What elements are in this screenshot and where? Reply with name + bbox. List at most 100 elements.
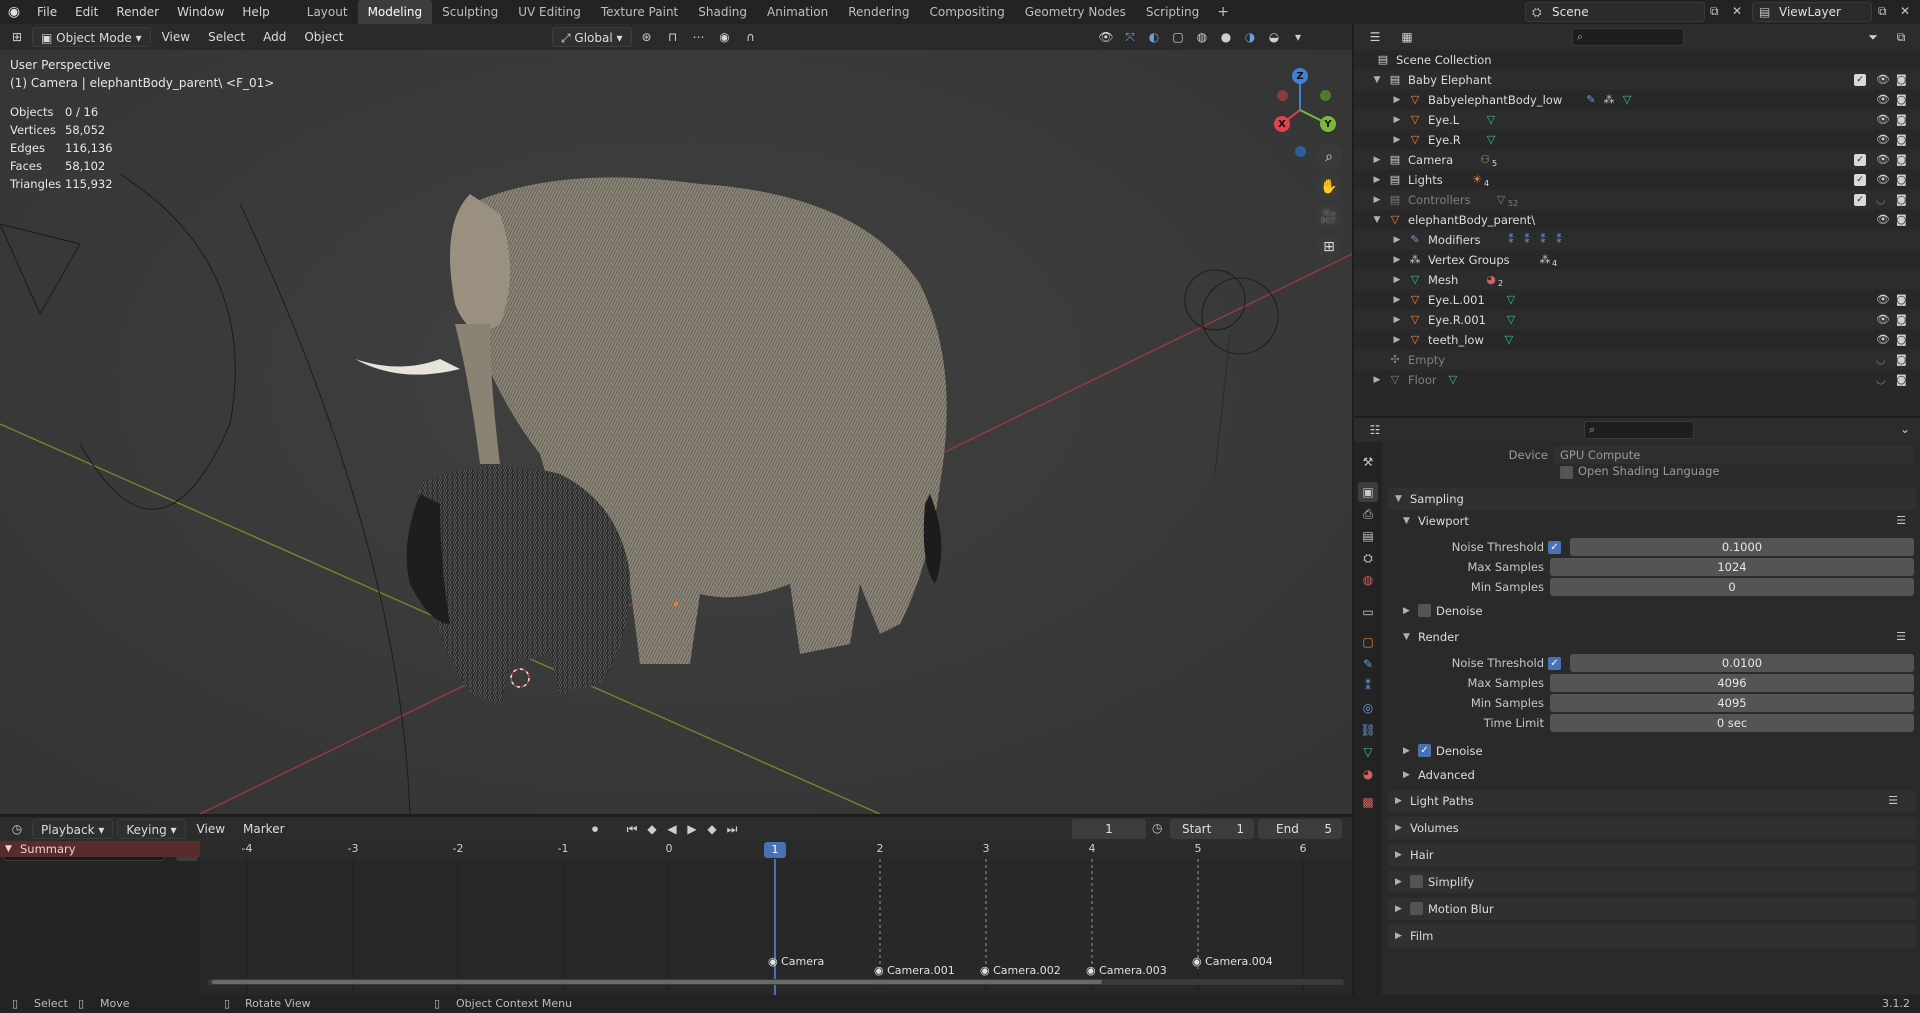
render-camera-icon[interactable]: ◙ (1896, 350, 1907, 370)
delete-view-layer-icon[interactable]: ✕ (1900, 4, 1910, 18)
menu-file[interactable]: File (28, 0, 66, 24)
expand-icon[interactable]: ▶ (1392, 290, 1402, 310)
render-tab-icon[interactable]: ▣ (1358, 482, 1378, 502)
r-noise-threshold-checkbox[interactable]: ✓ (1548, 657, 1561, 670)
keying-dropdown[interactable]: Keying ▾ (117, 819, 186, 839)
filter-icon[interactable]: ⏷ (1862, 27, 1884, 47)
outliner-row-elephantbody-parent[interactable]: ▼ ▽ elephantBody_parent\ 👁 ◙ (1354, 210, 1920, 230)
visibility-eye-icon[interactable]: 👁 (1876, 130, 1890, 150)
timeline-menu-view[interactable]: View (190, 817, 232, 841)
expand-icon[interactable]: ▶ (1372, 150, 1382, 170)
xray-icon[interactable]: ▢ (1167, 27, 1189, 47)
tab-compositing[interactable]: Compositing (919, 0, 1014, 24)
outliner-editor-type-icon[interactable]: ☰ (1364, 27, 1386, 47)
visibility-eye-icon[interactable]: 👁 (1876, 90, 1890, 110)
new-view-layer-icon[interactable]: ⧉ (1878, 4, 1887, 19)
timeline-menu-marker[interactable]: Marker (236, 817, 291, 841)
exclude-checkbox[interactable]: ✓ (1854, 74, 1866, 86)
mode-dropdown[interactable]: ▣ Object Mode ▾ (32, 27, 151, 47)
outliner-row-floor[interactable]: ▶ ▽ Floor ▽ ◡ ◙ (1354, 370, 1920, 390)
tab-rendering[interactable]: Rendering (838, 0, 919, 24)
particles-tab-icon[interactable]: ⁑ (1358, 676, 1378, 696)
viewport-menu-select[interactable]: Select (201, 24, 252, 50)
gizmo-z-icon[interactable]: Z (1292, 68, 1308, 84)
tab-animation[interactable]: Animation (757, 0, 838, 24)
visibility-eye-closed-icon[interactable]: ◡ (1876, 350, 1886, 370)
exclude-checkbox[interactable]: ✓ (1854, 174, 1866, 186)
outliner-row-vertex-groups[interactable]: ▶ ⁂ Vertex Groups ⁂ 4 (1354, 250, 1920, 270)
osl-checkbox[interactable] (1560, 466, 1573, 479)
vp-min-samples-field[interactable]: 0 (1550, 578, 1914, 596)
end-frame-field[interactable]: End 5 (1258, 819, 1342, 839)
data-tab-icon[interactable]: ▽ (1358, 742, 1378, 762)
visibility-eye-icon[interactable]: 👁 (1876, 290, 1890, 310)
texture-tab-icon[interactable]: ▩ (1358, 792, 1378, 812)
gizmo-y-icon[interactable]: Y (1320, 116, 1336, 132)
render-camera-icon[interactable]: ◙ (1896, 170, 1907, 190)
timeline-area[interactable] (200, 859, 1352, 995)
world-tab-icon[interactable]: ◍ (1358, 570, 1378, 590)
exclude-checkbox[interactable]: ✓ (1854, 194, 1866, 206)
expand-icon[interactable]: ▶ (1372, 190, 1382, 210)
visibility-eye-icon[interactable]: 👁 (1876, 150, 1890, 170)
blender-logo-icon[interactable]: ◉ (0, 0, 28, 24)
tab-texture-paint[interactable]: Texture Paint (591, 0, 688, 24)
expand-icon[interactable]: ▶ (1392, 250, 1402, 270)
tab-shading[interactable]: Shading (688, 0, 757, 24)
menu-help[interactable]: Help (233, 0, 278, 24)
snap-icon[interactable]: ⊓ (662, 27, 684, 47)
record-icon[interactable]: ⏺ (584, 819, 606, 839)
editor-type-icon[interactable]: ⊞ (6, 27, 28, 47)
vp-denoise-checkbox[interactable] (1418, 604, 1431, 617)
outliner-search-input[interactable]: ⌕ (1572, 28, 1684, 46)
marker-camera-002[interactable]: ◉ Camera.002 (980, 964, 1061, 977)
visibility-icon[interactable]: 👁 (1095, 27, 1117, 47)
visibility-eye-icon[interactable]: 👁 (1876, 210, 1890, 230)
object-tab-icon[interactable]: ▢ (1358, 632, 1378, 652)
render-camera-icon[interactable]: ◙ (1896, 370, 1907, 390)
expand-icon[interactable]: ▶ (1392, 110, 1402, 130)
summary-channel[interactable]: ▼ Summary (0, 841, 200, 857)
add-workspace-button[interactable]: + (1209, 4, 1237, 20)
outliner-row-controllers[interactable]: ▶ ▤ Controllers ▽ 52 ✓ ◡ ◙ (1354, 190, 1920, 210)
viewport-menu-view[interactable]: View (155, 24, 197, 50)
view-layer-tab-icon[interactable]: ▤ (1358, 526, 1378, 546)
proportional-edit-icon[interactable]: ◉ (714, 27, 736, 47)
outliner-row-eye-l-001[interactable]: ▶ ▽ Eye.L.001 ▽ 👁 ◙ (1354, 290, 1920, 310)
visibility-eye-closed-icon[interactable]: ◡ (1876, 190, 1886, 210)
render-camera-icon[interactable]: ◙ (1896, 70, 1907, 90)
visibility-eye-icon[interactable]: 👁 (1876, 70, 1890, 90)
tool-tab-icon[interactable]: ⚒ (1358, 452, 1378, 472)
collection-tab-icon[interactable]: ▭ (1358, 602, 1378, 622)
outliner-row-empty[interactable]: ✣ Empty ◡ ◙ (1354, 350, 1920, 370)
prev-keyframe-icon[interactable]: ◆ (644, 819, 660, 839)
expand-icon[interactable]: ▶ (1392, 90, 1402, 110)
visibility-eye-icon[interactable]: 👁 (1876, 310, 1890, 330)
overlays-icon[interactable]: ◐ (1143, 27, 1165, 47)
output-tab-icon[interactable]: ⎙ (1358, 504, 1378, 524)
timeline-ruler[interactable]: -4 -3 -2 -1 0 1 2 3 4 5 6 (200, 841, 1352, 859)
snap-target-icon[interactable]: ⋯ (688, 27, 710, 47)
expand-icon[interactable]: ▶ (1392, 130, 1402, 150)
r-time-limit-field[interactable]: 0 sec (1550, 714, 1914, 732)
render-camera-icon[interactable]: ◙ (1896, 130, 1907, 150)
ortho-toggle-icon[interactable]: ⊞ (1316, 234, 1342, 260)
pivot-icon[interactable]: ⊛ (636, 27, 658, 47)
tab-scripting[interactable]: Scripting (1136, 0, 1209, 24)
preview-range-icon[interactable]: ◷ (1152, 821, 1162, 835)
new-collection-icon[interactable]: ⧉ (1890, 27, 1912, 47)
r-noise-threshold-field[interactable]: 0.0100 (1570, 654, 1914, 672)
visibility-eye-closed-icon[interactable]: ◡ (1876, 370, 1886, 390)
render-camera-icon[interactable]: ◙ (1896, 110, 1907, 130)
outliner-row-baby-elephant[interactable]: ▼ ▤ Baby Elephant ✓ 👁 ◙ (1354, 70, 1920, 90)
outliner-row-eye-l[interactable]: ▶ ▽ Eye.L ▽ 👁 ◙ (1354, 110, 1920, 130)
current-frame-indicator[interactable]: 1 (764, 842, 786, 858)
simplify-checkbox[interactable] (1410, 875, 1423, 888)
outliner-row-babyelephantbody-low[interactable]: ▶ ▽ BabyelephantBody_low ✎ ⁂ ▽ 👁 ◙ (1354, 90, 1920, 110)
view-layer-selector[interactable]: ▤ ViewLayer (1752, 2, 1872, 22)
jump-start-icon[interactable]: ⏮ (624, 819, 640, 839)
gizmo-neg-x-icon[interactable] (1277, 90, 1288, 101)
zoom-icon[interactable]: ⌕ (1316, 144, 1342, 170)
jump-end-icon[interactable]: ⏭ (724, 819, 740, 839)
tab-geometry-nodes[interactable]: Geometry Nodes (1015, 0, 1136, 24)
